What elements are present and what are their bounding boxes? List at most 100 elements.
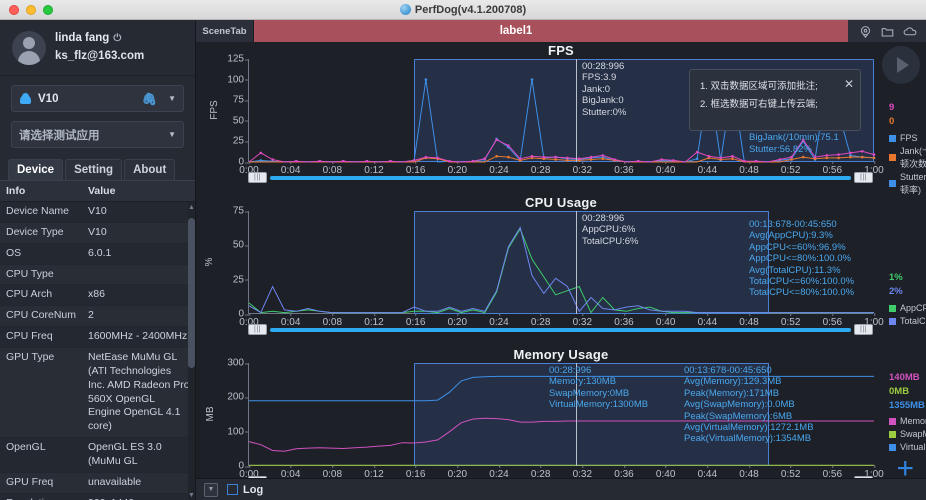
legend-value: 140MB bbox=[889, 372, 920, 383]
chart-memory-usage[interactable]: Memory Usage MB 0 100 200 300 0:00 0:04 0:08 0:12… bbox=[196, 346, 926, 498]
series-point bbox=[660, 158, 663, 161]
tip-line-1: 1. 双击数据区域可添加批注; bbox=[700, 81, 818, 92]
scroll-down-icon[interactable]: ▼ bbox=[188, 490, 195, 500]
chevron-down-icon[interactable]: ▼ bbox=[204, 482, 218, 497]
table-header: Info Value bbox=[0, 180, 195, 202]
scene-bar: SceneTab label1 bbox=[196, 20, 926, 42]
legend-entry[interactable]: Stutter(卡顿率) bbox=[889, 171, 926, 197]
table-cell-value: OpenGL ES 3.0 (MuMu GL bbox=[88, 441, 162, 468]
selection-stats: 00:13:678-00:45:650 Avg(AppCPU):9.3% AppCP… bbox=[749, 219, 854, 299]
legend-label: SwapMemory bbox=[900, 429, 926, 440]
tab-setting[interactable]: Setting bbox=[65, 159, 123, 180]
account-panel: linda fang ⏻ ks_flz@163.com bbox=[0, 20, 195, 76]
y-axis-tick: 50 bbox=[232, 239, 250, 251]
android-icon bbox=[19, 93, 32, 104]
device-select[interactable]: V10 🖇 ▼ bbox=[11, 85, 184, 112]
range-handle-left[interactable]: ||| bbox=[248, 172, 267, 183]
series-point bbox=[412, 159, 416, 162]
table-cell-value: 6.0.1 bbox=[88, 246, 112, 259]
series-point bbox=[318, 159, 322, 163]
series-point bbox=[778, 158, 781, 161]
table-row: GPU Freq unavailable bbox=[0, 472, 195, 494]
legend-entry[interactable]: Memory bbox=[889, 415, 926, 428]
chart-cpu-usage[interactable]: CPU Usage% 0 25 50 75 0:00 0:04 0:08 0:12 0:16 0:2… bbox=[196, 194, 926, 346]
series-point bbox=[495, 154, 498, 158]
log-toggle[interactable]: Log bbox=[227, 484, 263, 496]
selection-stat-line: AppCPU<=60%:96.9% bbox=[749, 241, 846, 253]
scroll-up-icon[interactable]: ▲ bbox=[188, 202, 195, 214]
plot-area[interactable]: MB 0 100 200 300 0:00 0:04 0:08 0:12 0:16 0:20 0:24… bbox=[205, 358, 926, 481]
legend-swatch bbox=[889, 317, 896, 325]
legend-entry[interactable]: FPS bbox=[889, 132, 926, 145]
series-point bbox=[259, 151, 263, 155]
cloud-icon[interactable] bbox=[903, 25, 916, 38]
window-title: PerfDog(v4.1.200708) bbox=[414, 3, 527, 16]
scrollbar-track[interactable] bbox=[270, 176, 851, 180]
app-select[interactable]: 请选择测试应用 ▼ bbox=[11, 121, 184, 148]
series-point bbox=[365, 159, 369, 163]
selection-stat-line: TotalCPU<=60%:100.0% bbox=[749, 275, 855, 287]
series-point bbox=[719, 156, 722, 160]
scene-label-bar[interactable]: label1 bbox=[254, 20, 848, 42]
series-point bbox=[849, 155, 852, 159]
legend-label: Stutter(卡顿率) bbox=[900, 171, 926, 195]
y-axis-label: FPS bbox=[209, 100, 221, 120]
selection-stats: 00:13:678-00:45:650 Avg(Memory):129.3MB Pe… bbox=[684, 365, 814, 445]
account-name: linda fang bbox=[55, 32, 110, 45]
selection-stat-line: BigJank(/10min):75.1 bbox=[749, 132, 839, 144]
left-sidebar: linda fang ⏻ ks_flz@163.com V10 🖇 ▼ 请选择测… bbox=[0, 20, 196, 500]
target-icon[interactable] bbox=[859, 25, 872, 38]
folder-icon[interactable] bbox=[881, 25, 894, 38]
legend-label: FPS bbox=[900, 132, 918, 143]
tooltip-line: SwapMemory:0MB bbox=[549, 387, 630, 399]
legend-entry[interactable]: SwapMemory bbox=[889, 428, 926, 441]
range-handle-left[interactable]: ||| bbox=[248, 324, 267, 335]
series-point bbox=[589, 158, 593, 161]
legend-swatch bbox=[889, 134, 896, 142]
series-point bbox=[636, 159, 640, 163]
series-point bbox=[389, 159, 392, 163]
tip-popover: ✕ 1. 双击数据区域可添加批注; 2. 框选数据可右键上传云端; bbox=[689, 69, 861, 131]
legend-swatch bbox=[889, 431, 896, 439]
paperclip-icon[interactable]: 🖇 bbox=[142, 92, 157, 106]
add-chart-button[interactable]: + bbox=[896, 454, 914, 484]
table-cell-value: NetEase MuMu GL (ATI Technologies Inc. A… bbox=[88, 351, 190, 433]
scrollbar-thumb[interactable] bbox=[188, 218, 195, 368]
scene-label-text: label1 bbox=[499, 25, 533, 37]
chart-legend: 1% 2% AppCPU TotalCPU bbox=[889, 271, 926, 328]
table-body[interactable]: Device Name V10 Device Type V10 OS 6.0.1 CPU T… bbox=[0, 202, 195, 500]
time-range-scrollbar[interactable]: ||| ||| bbox=[248, 324, 873, 335]
play-button[interactable] bbox=[882, 46, 920, 84]
legend-label: Jank(卡顿次数) bbox=[900, 145, 926, 169]
scene-tab[interactable]: SceneTab bbox=[196, 20, 254, 42]
table-cell-info: CPU Type bbox=[6, 267, 54, 280]
range-handle-right[interactable]: ||| bbox=[854, 324, 873, 335]
legend-entry[interactable]: AppCPU bbox=[889, 302, 926, 315]
range-handle-right[interactable]: ||| bbox=[854, 172, 873, 183]
legend-entry[interactable]: Jank(卡顿次数) bbox=[889, 145, 926, 171]
time-range-scrollbar[interactable]: ||| ||| bbox=[248, 172, 873, 183]
series-point bbox=[542, 155, 546, 159]
y-axis-tick: 100 bbox=[227, 426, 249, 438]
selection-stat-line: Avg(Memory):129.3MB bbox=[684, 376, 782, 388]
series-point bbox=[790, 155, 793, 159]
tab-device[interactable]: Device bbox=[8, 159, 64, 180]
tooltip-line: VirtualMemory:1300MB bbox=[549, 399, 649, 411]
plot-area[interactable]: % 0 25 50 75 0:00 0:04 0:08 0:12 0:16 0:20 0:24 0:28… bbox=[204, 206, 926, 329]
device-info-table: Info Value Device Name V10 Device Type V10 O… bbox=[0, 180, 195, 500]
series-point bbox=[849, 151, 852, 155]
table-cell-value: 900x1440 bbox=[82, 494, 195, 500]
table-row: Device Name V10 bbox=[0, 202, 195, 223]
legend-label: TotalCPU bbox=[900, 315, 926, 326]
power-icon[interactable]: ⏻ bbox=[113, 31, 121, 46]
log-checkbox[interactable] bbox=[227, 484, 238, 495]
table-cell-value: unavailable bbox=[88, 475, 142, 488]
legend-entry[interactable]: TotalCPU bbox=[889, 315, 926, 328]
series-point bbox=[271, 158, 274, 161]
close-icon[interactable]: ✕ bbox=[844, 73, 854, 96]
scrollbar-track[interactable] bbox=[270, 328, 851, 332]
series-point bbox=[566, 156, 569, 160]
account-name-row: linda fang ⏻ bbox=[55, 30, 144, 47]
tab-about[interactable]: About bbox=[124, 159, 176, 180]
sidebar-scrollbar[interactable]: ▲ ▼ bbox=[188, 202, 195, 500]
